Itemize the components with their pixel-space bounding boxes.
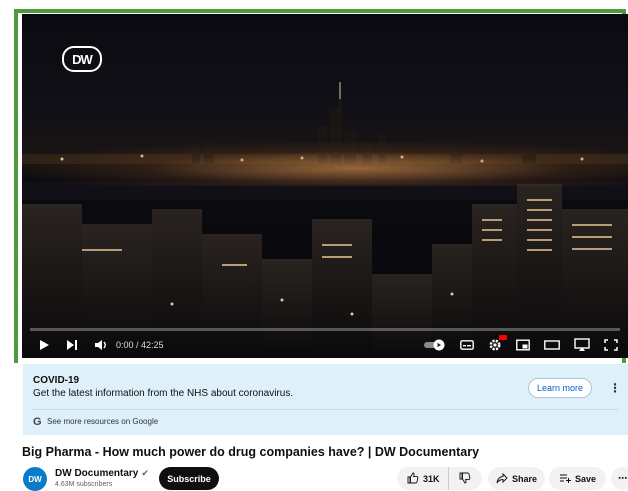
autoplay-toggle[interactable] bbox=[424, 339, 446, 351]
avatar-text: DW bbox=[28, 474, 42, 484]
hd-badge bbox=[499, 335, 507, 340]
covid-info-panel: COVID-19 Get the latest information from… bbox=[23, 364, 628, 435]
thumbs-up-icon bbox=[407, 472, 419, 486]
more-actions-button[interactable]: ⋯ bbox=[611, 467, 628, 490]
save-icon bbox=[559, 472, 571, 486]
city-lights-glow bbox=[22, 142, 628, 186]
share-button[interactable]: Share bbox=[488, 467, 545, 490]
share-icon bbox=[496, 472, 508, 486]
like-dislike-group: 31K bbox=[397, 467, 482, 490]
like-count: 31K bbox=[423, 473, 440, 484]
player-controls: 0:00 / 42:25 bbox=[22, 332, 628, 358]
more-horizontal-icon: ⋯ bbox=[618, 473, 627, 483]
fullscreen-icon[interactable] bbox=[604, 339, 618, 351]
time-display: 0:00 / 42:25 bbox=[116, 340, 164, 350]
theater-mode-icon[interactable] bbox=[544, 339, 560, 351]
video-frame bbox=[22, 14, 628, 358]
more-options-icon[interactable]: ⋮ bbox=[609, 381, 621, 395]
settings-icon[interactable] bbox=[488, 335, 507, 352]
dw-logo: DW bbox=[62, 46, 102, 72]
right-controls bbox=[424, 335, 628, 352]
verified-icon: ✔ bbox=[141, 468, 149, 478]
panel-divider bbox=[33, 409, 618, 410]
progress-bar[interactable] bbox=[30, 328, 620, 331]
covid-panel-title: COVID-19 bbox=[33, 375, 80, 386]
subscribe-button[interactable]: Subscribe bbox=[159, 467, 219, 490]
share-label: Share bbox=[511, 473, 537, 484]
channel-avatar[interactable]: DW bbox=[23, 467, 47, 491]
channel-name-row: DW Documentary ✔ bbox=[55, 468, 149, 479]
cast-icon[interactable] bbox=[574, 338, 590, 352]
covid-panel-message: Get the latest information from the NHS … bbox=[33, 388, 294, 399]
next-icon[interactable] bbox=[66, 339, 78, 351]
save-label: Save bbox=[574, 473, 597, 484]
subtitles-icon[interactable] bbox=[460, 339, 474, 351]
volume-icon[interactable] bbox=[94, 339, 108, 351]
channel-name[interactable]: DW Documentary bbox=[55, 468, 138, 479]
google-g-icon: G bbox=[33, 416, 42, 428]
like-button[interactable]: 31K bbox=[397, 467, 449, 490]
learn-more-button[interactable]: Learn more bbox=[528, 378, 592, 398]
dislike-button[interactable] bbox=[449, 467, 481, 490]
more-resources-link[interactable]: See more resources on Google bbox=[47, 417, 158, 426]
video-title: Big Pharma - How much power do drug comp… bbox=[22, 445, 480, 459]
save-button[interactable]: Save bbox=[549, 467, 606, 490]
video-player[interactable]: DW 0:00 / 42:25 bbox=[22, 14, 628, 358]
city-skyline-image bbox=[22, 82, 628, 358]
subscriber-count: 4.63M subscribers bbox=[55, 481, 113, 488]
thumbs-down-icon bbox=[459, 472, 471, 486]
play-icon[interactable] bbox=[38, 339, 50, 351]
miniplayer-icon[interactable] bbox=[516, 339, 530, 351]
